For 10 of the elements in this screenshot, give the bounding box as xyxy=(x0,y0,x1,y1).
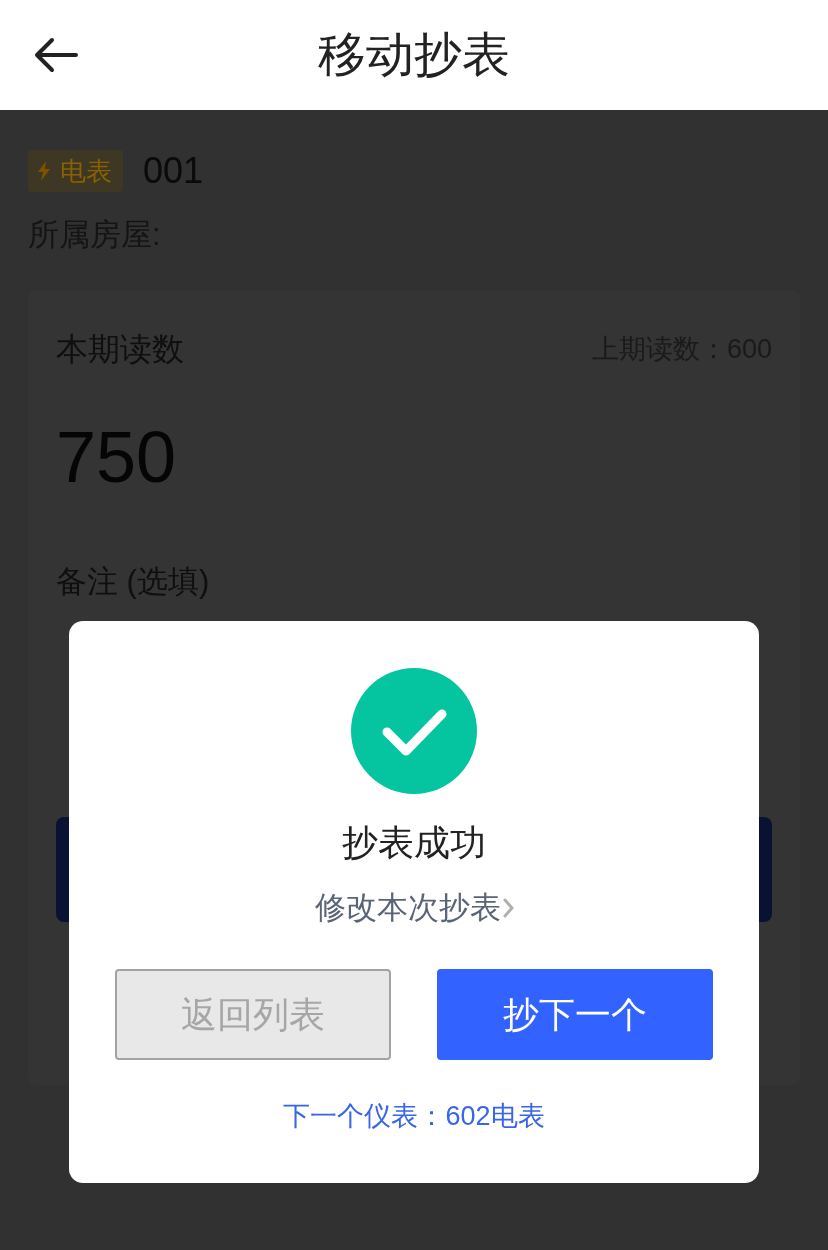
success-check-icon xyxy=(351,668,477,794)
next-meter-link[interactable]: 下一个仪表：602电表 xyxy=(283,1103,545,1130)
dialog-title: 抄表成功 xyxy=(342,825,486,861)
page-title: 移动抄表 xyxy=(318,31,510,79)
lightning-bolt-icon xyxy=(38,161,50,181)
next-meter-button[interactable]: 抄下一个 xyxy=(437,969,713,1060)
meter-type-label: 电表 xyxy=(60,154,112,188)
chevron-right-icon xyxy=(502,897,514,918)
edit-reading-link[interactable]: 修改本次抄表 xyxy=(314,892,514,923)
back-arrow-icon[interactable] xyxy=(34,37,78,73)
